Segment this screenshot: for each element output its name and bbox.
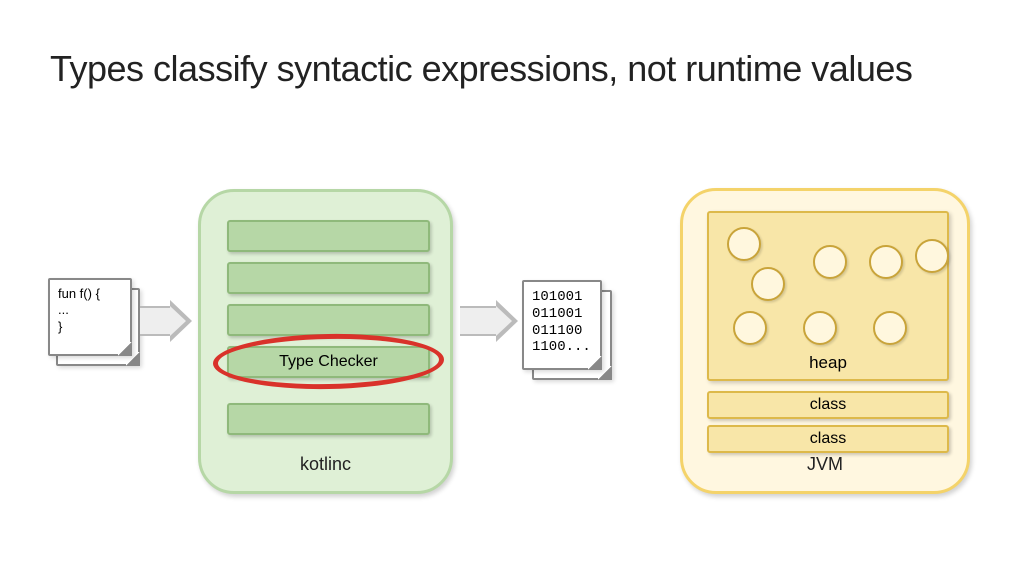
bytecode-line: 1100...	[532, 339, 592, 356]
compiler-stage	[227, 304, 430, 336]
source-line: fun f() {	[58, 286, 122, 302]
heap-object	[803, 311, 837, 345]
bytecode-line: 011001	[532, 306, 592, 323]
bytecode-line: 011100	[532, 323, 592, 340]
bytecode-file-front: 101001 011001 011100 1100...	[522, 280, 602, 370]
source-file-front: fun f() { ... }	[48, 278, 132, 356]
heap-object	[733, 311, 767, 345]
arrow-icon	[140, 300, 192, 342]
heap-label: heap	[709, 353, 947, 373]
heap-object	[751, 267, 785, 301]
compiler-stage	[227, 220, 430, 252]
slide-title: Types classify syntactic expressions, no…	[50, 48, 974, 90]
heap-box: heap	[707, 211, 949, 381]
class-box: class	[707, 425, 949, 453]
kotlinc-label: kotlinc	[201, 454, 450, 475]
class-box: class	[707, 391, 949, 419]
heap-object	[727, 227, 761, 261]
kotlinc-container: Type Checker kotlinc	[198, 189, 453, 494]
arrow-icon	[460, 300, 518, 342]
jvm-container: heap class class JVM	[680, 188, 970, 494]
heap-object	[813, 245, 847, 279]
heap-object	[873, 311, 907, 345]
heap-object	[869, 245, 903, 279]
bytecode-line: 101001	[532, 289, 592, 306]
heap-object	[915, 239, 949, 273]
jvm-label: JVM	[683, 454, 967, 475]
source-line: ...	[58, 302, 122, 318]
source-line: }	[58, 319, 122, 335]
compiler-stage	[227, 403, 430, 435]
bytecode-file-stack: 101001 011001 011100 1100...	[522, 280, 618, 376]
compiler-stage	[227, 262, 430, 294]
source-file-stack: fun f() { ... }	[48, 278, 140, 366]
type-checker-stage: Type Checker	[227, 346, 430, 378]
